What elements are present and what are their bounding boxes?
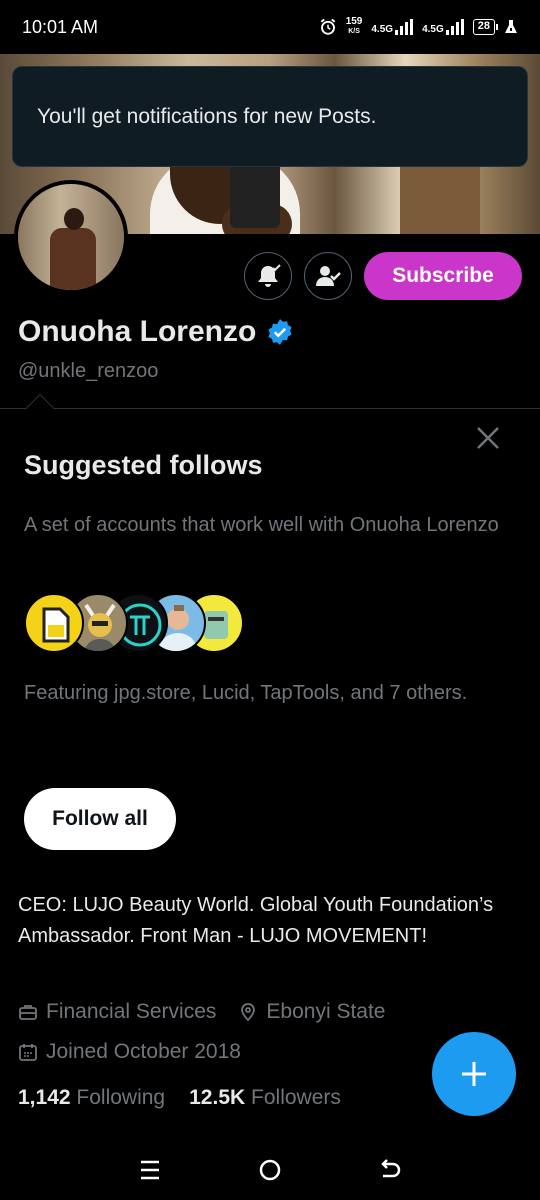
subscribe-button[interactable]: Subscribe: [364, 252, 522, 300]
location-pin-icon: [241, 1003, 256, 1022]
flask-icon: [505, 20, 517, 33]
bell-check-icon: [258, 264, 281, 287]
calendar-icon: [19, 1044, 37, 1061]
signal-1: 4.5G: [371, 19, 414, 35]
joined-label: Joined October 2018: [46, 1040, 241, 1063]
battery-indicator: 28: [472, 19, 499, 35]
divider: [0, 408, 540, 409]
notification-bell-button[interactable]: [244, 252, 292, 300]
status-icons: 159 K/S 4.5G 4.5G 28: [319, 17, 518, 37]
home-icon[interactable]: [258, 1158, 282, 1182]
signal-bars-icon: [445, 19, 464, 35]
plus-icon: [462, 1062, 486, 1086]
following-button[interactable]: [304, 252, 352, 300]
profile-name-row: Onuoha Lorenzo: [18, 315, 294, 349]
status-time: 10:01 AM: [22, 16, 99, 37]
status-bar: 10:01 AM 159 K/S 4.5G 4.5G 28: [0, 0, 540, 54]
user-check-icon: [316, 266, 341, 286]
net-speed: 159 K/S: [345, 16, 363, 36]
compose-fab-button[interactable]: [432, 1032, 516, 1116]
notification-toast: You'll get notifications for new Posts.: [12, 66, 528, 167]
suggested-avatars[interactable]: [24, 593, 244, 653]
follow-all-button[interactable]: Follow all: [24, 788, 176, 850]
caret-pointer: [25, 393, 55, 423]
user-handle: @unkle_renzoo: [18, 360, 159, 382]
display-name: Onuoha Lorenzo: [18, 315, 257, 348]
alarm-icon: [320, 18, 335, 35]
signal-2: 4.5G: [422, 19, 464, 35]
suggested-avatar-jpgstore[interactable]: [24, 593, 84, 653]
close-icon[interactable]: [474, 424, 502, 452]
signal-bars-icon: [395, 19, 414, 35]
follow-stats: 1,142 Following 12.5K Followers: [18, 1086, 341, 1110]
back-icon[interactable]: [378, 1158, 402, 1182]
profile-bio: CEO: LUJO Beauty World. Global Youth Fou…: [18, 894, 494, 947]
following-stat[interactable]: 1,142 Following: [18, 1086, 165, 1110]
suggested-follows-description: A set of accounts that work well with On…: [24, 514, 499, 536]
briefcase-icon: [19, 1005, 37, 1020]
featuring-text: Featuring jpg.store, Lucid, TapTools, an…: [24, 682, 468, 704]
verified-badge-icon[interactable]: [266, 318, 294, 346]
joined-row: Joined October 2018: [18, 1040, 241, 1064]
avatar[interactable]: [14, 180, 128, 294]
location-label: Ebonyi State: [266, 1000, 386, 1023]
suggested-follows-title: Suggested follows: [24, 450, 263, 480]
system-nav-bar: [0, 1140, 540, 1200]
followers-stat[interactable]: 12.5K Followers: [189, 1086, 341, 1110]
recent-apps-icon[interactable]: [138, 1159, 162, 1181]
category-label: Financial Services: [46, 1000, 217, 1023]
profile-meta-row: Financial Services Ebonyi State: [18, 1000, 386, 1024]
